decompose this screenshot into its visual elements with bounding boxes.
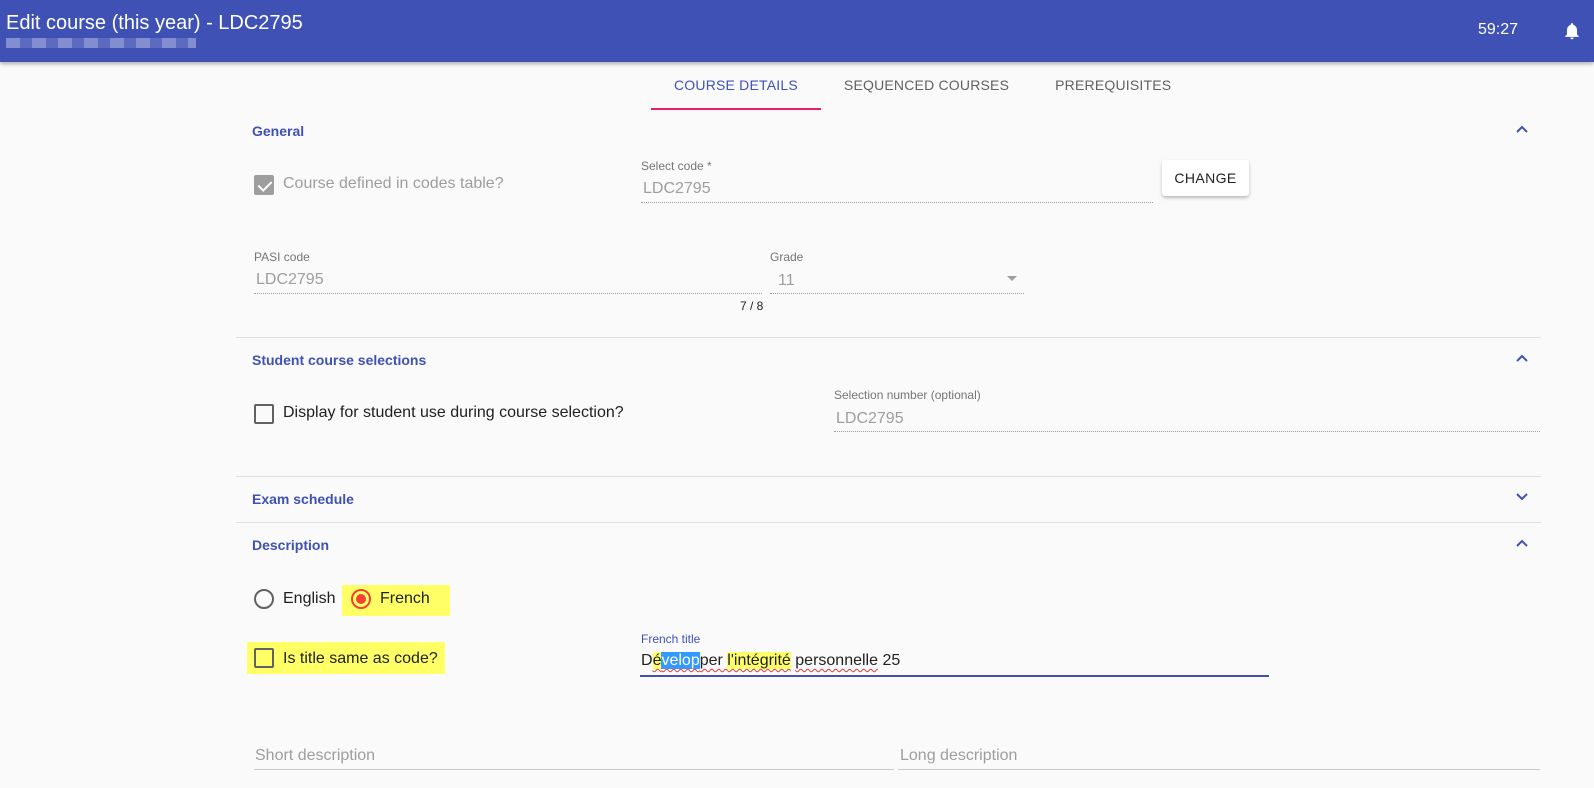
section-divider (236, 337, 1541, 338)
course-defined-checkbox[interactable] (254, 175, 274, 195)
french-title-highlight: l'intégrité (727, 652, 791, 669)
pasi-code-label: PASI code (254, 250, 310, 264)
short-description-input[interactable]: Short description (255, 747, 375, 765)
display-for-students-checkbox[interactable] (254, 404, 274, 424)
redacted-subtitle (6, 38, 196, 48)
grade-label: Grade (770, 250, 804, 264)
pasi-code-field[interactable]: LDC2795 (256, 271, 324, 289)
tab-sequenced-courses[interactable]: SEQUENCED COURSES (821, 68, 1032, 110)
title-same-checkbox[interactable] (254, 648, 274, 668)
tab-prerequisites[interactable]: PREREQUISITES (1032, 68, 1194, 110)
exam-schedule-header[interactable]: Exam schedule (252, 491, 354, 507)
english-radio[interactable] (254, 589, 274, 609)
display-for-students-label: Display for student use during course se… (283, 404, 624, 421)
french-title-label: French title (641, 632, 701, 646)
select-code-label: Select code * (641, 159, 712, 173)
select-code-field[interactable]: LDC2795 (643, 180, 711, 198)
long-description-input[interactable]: Long description (900, 747, 1017, 765)
short-description-underline (254, 769, 894, 770)
french-title-text: per (699, 652, 728, 669)
chevron-up-icon[interactable] (1515, 536, 1529, 550)
chevron-down-icon[interactable] (1515, 490, 1529, 504)
french-title-text: 25 (878, 652, 901, 669)
description-header[interactable]: Description (252, 537, 329, 553)
long-description-underline (898, 769, 1540, 770)
pasi-char-counter: 7 / 8 (740, 299, 764, 313)
title-same-label: Is title same as code? (283, 650, 438, 667)
chevron-up-icon[interactable] (1515, 351, 1529, 365)
french-title-underline (640, 675, 1269, 677)
french-title-text: personnelle (795, 652, 879, 669)
selection-number-underline (834, 431, 1540, 432)
page-title: Edit course (this year) - LDC2795 (6, 12, 303, 34)
student-selections-header[interactable]: Student course selections (252, 352, 426, 368)
section-divider (236, 522, 1541, 523)
english-radio-label: English (283, 590, 336, 607)
tab-bar: COURSE DETAILS SEQUENCED COURSES PREREQU… (651, 68, 1194, 110)
bell-icon[interactable] (1562, 20, 1582, 42)
course-defined-label: Course defined in codes table? (283, 175, 504, 192)
selection-number-field[interactable]: LDC2795 (836, 410, 904, 428)
session-timer: 59:27 (1477, 21, 1518, 38)
french-radio-label: French (380, 590, 430, 607)
general-section-header[interactable]: General (252, 123, 304, 139)
pasi-code-underline (254, 293, 762, 294)
dropdown-arrow-icon[interactable] (1007, 276, 1017, 281)
section-divider (236, 476, 1541, 477)
french-title-selection: velop (661, 652, 700, 669)
chevron-up-icon[interactable] (1515, 122, 1529, 136)
grade-select[interactable]: 11 (778, 272, 795, 290)
tab-course-details[interactable]: COURSE DETAILS (651, 68, 821, 110)
selection-number-label: Selection number (optional) (834, 388, 981, 402)
app-toolbar: Edit course (this year) - LDC2795 59:27 (0, 0, 1594, 62)
french-radio[interactable] (351, 589, 371, 609)
select-code-underline (641, 202, 1153, 203)
french-title-input[interactable]: Développer l'intégrité personnelle 25 (641, 652, 900, 670)
change-button[interactable]: CHANGE (1162, 160, 1249, 196)
grade-underline (770, 293, 1024, 294)
french-title-text: D (641, 652, 653, 669)
